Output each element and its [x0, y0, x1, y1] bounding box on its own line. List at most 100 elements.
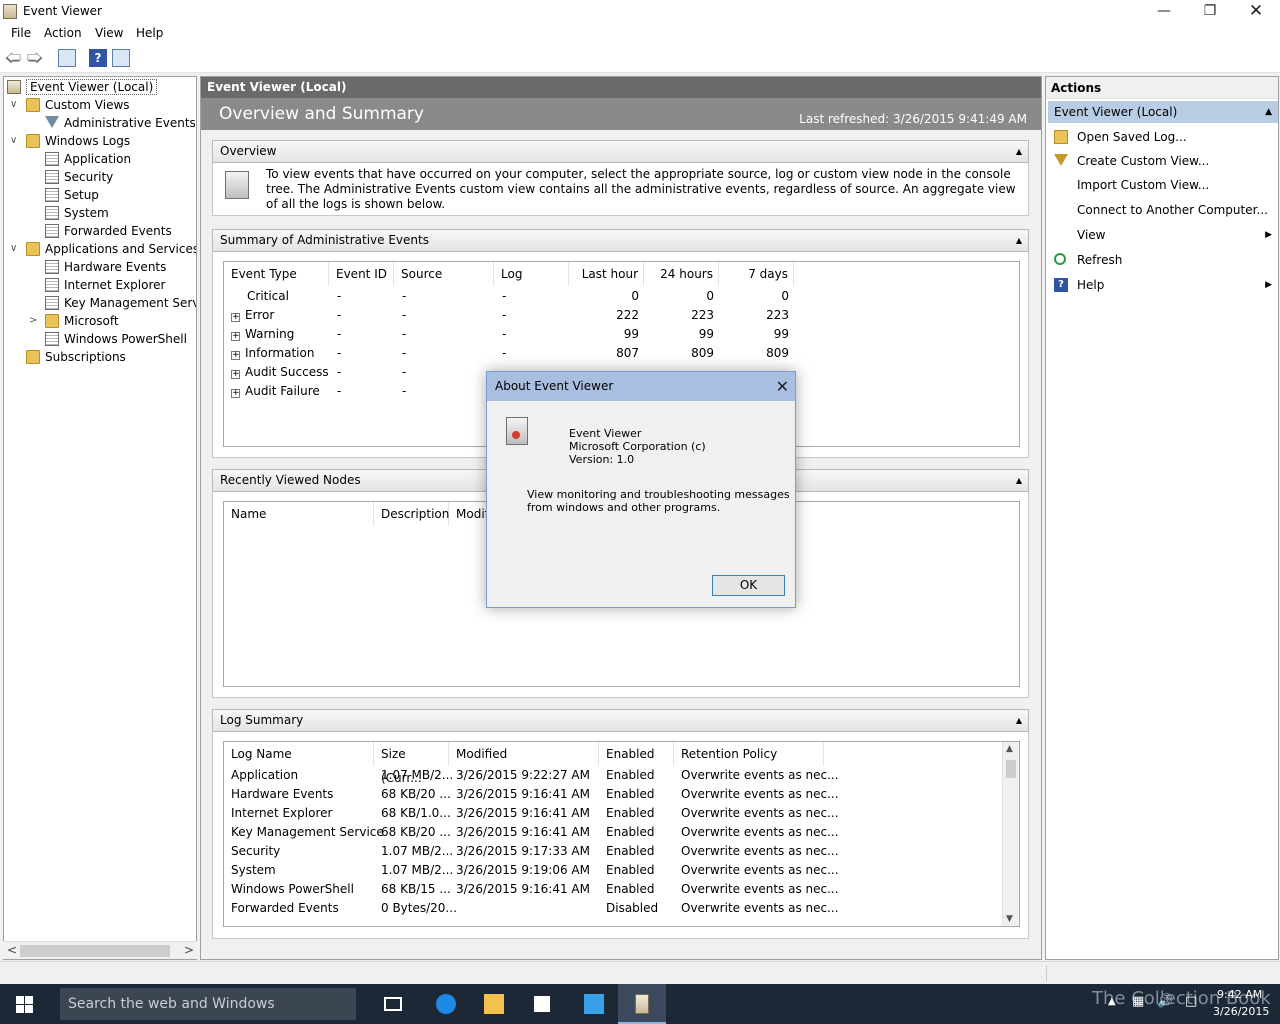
taskbar-search-box[interactable]: Search the web and Windows	[60, 988, 356, 1020]
log-name[interactable]: Key Management Service	[231, 823, 384, 842]
ok-button[interactable]: OK	[712, 575, 785, 596]
action-view[interactable]: View ▶	[1046, 223, 1278, 247]
tree-node-windows-powershell[interactable]: Windows PowerShell	[45, 330, 187, 348]
tree-node-forwarded-events[interactable]: Forwarded Events	[45, 222, 172, 240]
log-name[interactable]: Hardware Events	[231, 785, 333, 804]
scroll-right-icon[interactable]: >	[184, 943, 194, 957]
column-header[interactable]: Name	[224, 502, 374, 526]
column-header[interactable]: Size (Curr...	[374, 742, 449, 785]
help-icon[interactable]: ?	[89, 49, 107, 67]
network-icon[interactable]: ▦	[1132, 994, 1144, 1009]
task-view-button[interactable]	[370, 984, 418, 1024]
column-header[interactable]: Event ID	[329, 262, 394, 286]
log-name[interactable]: Application	[231, 766, 298, 785]
chevron-down-icon[interactable]: ∨	[10, 240, 22, 258]
column-header[interactable]: Description	[374, 502, 449, 526]
menu-help[interactable]: Help	[136, 26, 163, 40]
volume-icon[interactable]: 🔊	[1157, 994, 1173, 1009]
minimize-button[interactable]: —	[1141, 0, 1187, 23]
column-header[interactable]: Source	[394, 262, 494, 286]
log-vertical-scrollbar[interactable]: ▲ ▼	[1002, 742, 1019, 926]
column-header[interactable]: Retention Policy	[674, 742, 824, 766]
actions-section-header[interactable]: Event Viewer (Local) ▲	[1048, 101, 1278, 123]
table-row[interactable]: + Warning	[231, 325, 294, 344]
notifications-icon[interactable]: □	[1185, 994, 1197, 1009]
chevron-down-icon[interactable]: ∨	[10, 96, 22, 114]
scroll-up-icon[interactable]: ▲	[1006, 744, 1013, 754]
collapse-icon[interactable]: ▲	[1265, 101, 1272, 123]
log-name[interactable]: Forwarded Events	[231, 899, 339, 918]
tree-node-key-management[interactable]: Key Management Service	[45, 294, 196, 312]
log-summary-section-header[interactable]: Log Summary ▲	[212, 709, 1029, 732]
tree-node-hardware-events[interactable]: Hardware Events	[45, 258, 166, 276]
table-row[interactable]: + Audit Failure	[231, 382, 320, 401]
action-create-custom-view[interactable]: Create Custom View...	[1046, 149, 1278, 173]
table-row[interactable]: + Audit Success	[231, 363, 329, 382]
overview-section-header[interactable]: Overview ▲	[212, 140, 1029, 163]
tree-horizontal-scrollbar[interactable]: < >	[3, 941, 197, 959]
expand-icon[interactable]: +	[231, 351, 240, 360]
summary-section-header[interactable]: Summary of Administrative Events ▲	[212, 229, 1029, 252]
log-name[interactable]: Windows PowerShell	[231, 880, 354, 899]
expand-icon[interactable]: +	[231, 313, 240, 322]
tree-node-apps-services[interactable]: ∨ Applications and Services Lo	[10, 240, 196, 258]
tree-node-custom-views[interactable]: ∨ Custom Views	[10, 96, 130, 114]
column-header[interactable]: Last hour	[569, 262, 644, 286]
taskbar-ie[interactable]	[422, 984, 470, 1024]
collapse-icon[interactable]: ▲	[1016, 470, 1022, 491]
maximize-button[interactable]: ❐	[1187, 0, 1233, 23]
taskbar-event-viewer[interactable]	[618, 984, 666, 1024]
tree-node-microsoft[interactable]: > Microsoft	[29, 312, 119, 330]
chevron-right-icon[interactable]: >	[29, 312, 41, 330]
scroll-left-icon[interactable]: <	[7, 943, 17, 957]
action-import-custom-view[interactable]: Import Custom View...	[1046, 173, 1278, 197]
tree-node-internet-explorer[interactable]: Internet Explorer	[45, 276, 165, 294]
expand-icon[interactable]: +	[231, 332, 240, 341]
back-arrow-icon[interactable]: 🢠	[4, 49, 22, 67]
collapse-icon[interactable]: ▲	[1016, 230, 1022, 251]
taskbar-outlook[interactable]	[570, 984, 618, 1024]
tree-node-security[interactable]: Security	[45, 168, 113, 186]
collapse-icon[interactable]: ▲	[1016, 141, 1022, 162]
menu-file[interactable]: File	[11, 26, 31, 40]
log-name[interactable]: Internet Explorer	[231, 804, 332, 823]
close-button[interactable]: ✕	[1233, 0, 1279, 23]
scroll-thumb[interactable]	[1006, 760, 1016, 778]
action-open-saved-log[interactable]: Open Saved Log...	[1046, 125, 1278, 149]
table-row[interactable]: + Information	[231, 344, 314, 363]
show-hide-action-pane-icon[interactable]	[112, 49, 130, 67]
tree-node-setup[interactable]: Setup	[45, 186, 99, 204]
clock-time[interactable]: 9:42 AM	[1217, 988, 1262, 1001]
scroll-down-icon[interactable]: ▼	[1006, 914, 1013, 924]
taskbar-store[interactable]	[518, 984, 566, 1024]
expand-icon[interactable]: +	[231, 389, 240, 398]
column-header[interactable]: Enabled	[599, 742, 674, 766]
column-header[interactable]: Log	[494, 262, 569, 286]
show-hidden-icons[interactable]: ▲	[1108, 996, 1116, 1007]
dialog-close-icon[interactable]: ✕	[776, 372, 789, 401]
tree-node-admin-events[interactable]: Administrative Events	[45, 114, 196, 132]
expand-icon[interactable]: +	[231, 370, 240, 379]
log-name[interactable]: Security	[231, 842, 280, 861]
tree-node-windows-logs[interactable]: ∨ Windows Logs	[10, 132, 130, 150]
chevron-down-icon[interactable]: ∨	[10, 132, 22, 150]
column-header[interactable]: 7 days	[719, 262, 794, 286]
action-refresh[interactable]: Refresh	[1046, 248, 1278, 272]
scroll-thumb[interactable]	[20, 945, 170, 957]
tree-node-root[interactable]: Event Viewer (Local)	[7, 78, 158, 96]
menu-view[interactable]: View	[95, 26, 123, 40]
show-hide-tree-icon[interactable]	[58, 49, 76, 67]
tree-node-system[interactable]: System	[45, 204, 109, 222]
clock-date[interactable]: 3/26/2015	[1213, 1005, 1269, 1018]
tree-node-subscriptions[interactable]: Subscriptions	[26, 348, 126, 366]
collapse-icon[interactable]: ▲	[1016, 710, 1022, 731]
column-header[interactable]: Log Name	[224, 742, 374, 766]
tree-node-application[interactable]: Application	[45, 150, 131, 168]
forward-arrow-icon[interactable]: 🢡	[26, 49, 44, 67]
column-header[interactable]: Modified	[449, 742, 599, 766]
taskbar-file-explorer[interactable]	[470, 984, 518, 1024]
action-connect-computer[interactable]: Connect to Another Computer...	[1046, 198, 1278, 222]
column-header[interactable]: Event Type	[224, 262, 329, 286]
log-name[interactable]: System	[231, 861, 276, 880]
action-help[interactable]: ? Help ▶	[1046, 273, 1278, 297]
